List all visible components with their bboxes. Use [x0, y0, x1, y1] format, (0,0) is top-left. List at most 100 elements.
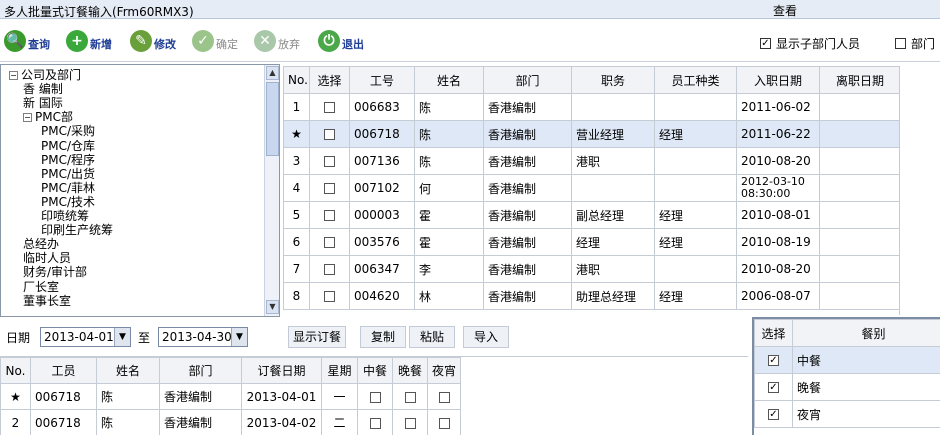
select-checkbox[interactable]: [324, 183, 335, 194]
table-row[interactable]: ✓ 夜宵: [754, 400, 940, 428]
column-header[interactable]: 选择: [309, 66, 350, 94]
table-row[interactable]: ★ 006718 陈香港编制 2013-04-01 一: [0, 383, 461, 410]
table-row[interactable]: 3 007136 陈香港编制 港职 2010-08-20: [283, 147, 899, 175]
lunch-cell[interactable]: [357, 409, 393, 435]
checkbox-box[interactable]: ✓: [760, 38, 771, 49]
supper-checkbox[interactable]: [438, 391, 450, 403]
copy-button[interactable]: 复制: [360, 326, 406, 348]
tree-node[interactable]: 印喷统筹: [41, 209, 89, 223]
column-header[interactable]: 姓名: [96, 357, 160, 384]
column-header[interactable]: 部门: [159, 357, 242, 384]
toolbar-button-4[interactable]: ✕ 放弃: [254, 28, 300, 54]
table-row[interactable]: 5 000003 霍香港编制 副总经理 经理 2010-08-01: [283, 201, 899, 229]
meal-checkbox[interactable]: ✓: [768, 355, 779, 366]
toolbar-button-1[interactable]: + 新增: [66, 28, 112, 54]
toolbar-button-0[interactable]: 🔍 查询: [4, 28, 50, 54]
table-row[interactable]: 4 007102 何香港编制 2012-03-10 08:30:00: [283, 174, 899, 202]
date-from-dropdown[interactable]: 2013-04-01 ▼: [40, 327, 131, 347]
date-to-dropdown[interactable]: 2013-04-30 ▼: [158, 327, 248, 347]
select-checkbox[interactable]: [324, 129, 335, 140]
select-cell[interactable]: [309, 255, 350, 283]
table-row[interactable]: ✓ 晚餐: [754, 373, 940, 401]
toolbar-button-2[interactable]: ✎ 修改: [130, 28, 176, 54]
select-cell[interactable]: ✓: [754, 400, 793, 428]
tree-node[interactable]: PMC/程序: [41, 153, 95, 167]
collapse-icon[interactable]: −: [9, 71, 18, 80]
import-button[interactable]: 导入: [463, 326, 509, 348]
column-header[interactable]: 工号: [349, 66, 415, 94]
dinner-cell[interactable]: [392, 409, 428, 435]
select-checkbox[interactable]: [324, 102, 335, 113]
column-header[interactable]: 选择: [754, 319, 793, 347]
toolbar-button-3[interactable]: ✓ 确定: [192, 28, 238, 54]
dinner-checkbox[interactable]: [404, 417, 416, 429]
column-header[interactable]: No.: [283, 66, 310, 94]
tree-node[interactable]: PMC/菲林: [41, 181, 95, 195]
select-cell[interactable]: [309, 120, 350, 148]
column-header[interactable]: 订餐日期: [241, 357, 322, 384]
tree-node[interactable]: PMC/仓库: [41, 139, 95, 153]
column-header[interactable]: 中餐: [357, 357, 393, 384]
lunch-checkbox[interactable]: [369, 391, 381, 403]
toolbar-button-5[interactable]: ⏻ 退出: [318, 28, 364, 54]
meal-checkbox[interactable]: ✓: [768, 409, 779, 420]
tree-node[interactable]: − 公司及部门: [9, 68, 81, 82]
tree-node[interactable]: 印刷生产统筹: [41, 223, 113, 237]
tree-node[interactable]: 厂长室: [23, 280, 59, 294]
select-checkbox[interactable]: [324, 264, 335, 275]
scroll-up-icon[interactable]: ▲: [266, 66, 279, 80]
paste-button[interactable]: 粘贴: [409, 326, 455, 348]
tree-node[interactable]: PMC/技术: [41, 195, 95, 209]
select-cell[interactable]: [309, 228, 350, 256]
dinner-checkbox[interactable]: [404, 391, 416, 403]
column-header[interactable]: 夜宵: [427, 357, 461, 384]
select-cell[interactable]: [309, 282, 350, 310]
tree-node[interactable]: 董事长室: [23, 294, 71, 308]
show-orders-button[interactable]: 显示订餐: [288, 326, 346, 348]
dept-option-checkbox[interactable]: 部门: [895, 35, 935, 52]
tree-node[interactable]: 香 编制: [23, 82, 63, 96]
tree-node[interactable]: 新 国际: [23, 96, 63, 110]
column-header[interactable]: 星期: [321, 357, 358, 384]
column-header[interactable]: 部门: [483, 66, 572, 94]
chevron-down-icon[interactable]: ▼: [114, 328, 130, 346]
select-checkbox[interactable]: [324, 237, 335, 248]
column-header[interactable]: 职务: [571, 66, 655, 94]
select-checkbox[interactable]: [324, 291, 335, 302]
chevron-down-icon[interactable]: ▼: [231, 328, 247, 346]
show-sub-dept-checkbox[interactable]: ✓ 显示子部门人员: [760, 35, 860, 52]
column-header[interactable]: 工员: [30, 357, 97, 384]
dinner-cell[interactable]: [392, 383, 428, 410]
table-row[interactable]: 6 003576 霍香港编制 经理 经理 2010-08-19: [283, 228, 899, 256]
collapse-icon[interactable]: −: [23, 113, 32, 123]
select-cell[interactable]: [309, 93, 350, 121]
lunch-cell[interactable]: [357, 383, 393, 410]
select-cell[interactable]: ✓: [754, 373, 793, 401]
table-row[interactable]: 1 006683 陈香港编制 2011-06-02: [283, 93, 899, 121]
column-header[interactable]: 姓名: [414, 66, 484, 94]
select-cell[interactable]: ✓: [754, 346, 793, 374]
table-row[interactable]: ★ 006718 陈香港编制 营业经理 经理 2011-06-22: [283, 120, 899, 148]
tree-node[interactable]: 总经办: [23, 237, 59, 251]
tree-node[interactable]: 财务/审计部: [23, 265, 87, 279]
select-checkbox[interactable]: [324, 156, 335, 167]
column-header[interactable]: 晚餐: [392, 357, 428, 384]
select-cell[interactable]: [309, 147, 350, 175]
meal-checkbox[interactable]: ✓: [768, 382, 779, 393]
checkbox-box[interactable]: [895, 38, 906, 49]
supper-checkbox[interactable]: [438, 417, 450, 429]
tree-scrollbar[interactable]: ▲ ▼: [264, 65, 279, 316]
select-checkbox[interactable]: [324, 210, 335, 221]
scroll-down-icon[interactable]: ▼: [266, 300, 279, 314]
tree-node[interactable]: PMC/采购: [41, 124, 95, 138]
select-cell[interactable]: [309, 201, 350, 229]
lunch-checkbox[interactable]: [369, 417, 381, 429]
table-row[interactable]: 2 006718 陈香港编制 2013-04-02 二: [0, 409, 461, 435]
column-header[interactable]: 员工种类: [654, 66, 737, 94]
column-header[interactable]: 餐别: [792, 319, 940, 347]
column-header[interactable]: No.: [0, 357, 31, 384]
supper-cell[interactable]: [427, 409, 461, 435]
supper-cell[interactable]: [427, 383, 461, 410]
table-row[interactable]: 8 004620 林香港编制 助理总经理 经理 2006-08-07: [283, 282, 899, 310]
table-row[interactable]: ✓ 中餐: [754, 346, 940, 374]
